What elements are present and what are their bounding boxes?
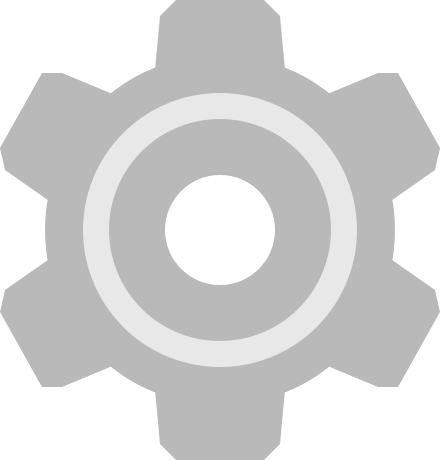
gear-icon[interactable] <box>0 0 440 460</box>
settings-icon-canvas <box>0 0 440 460</box>
gear-center-hole <box>165 175 275 285</box>
